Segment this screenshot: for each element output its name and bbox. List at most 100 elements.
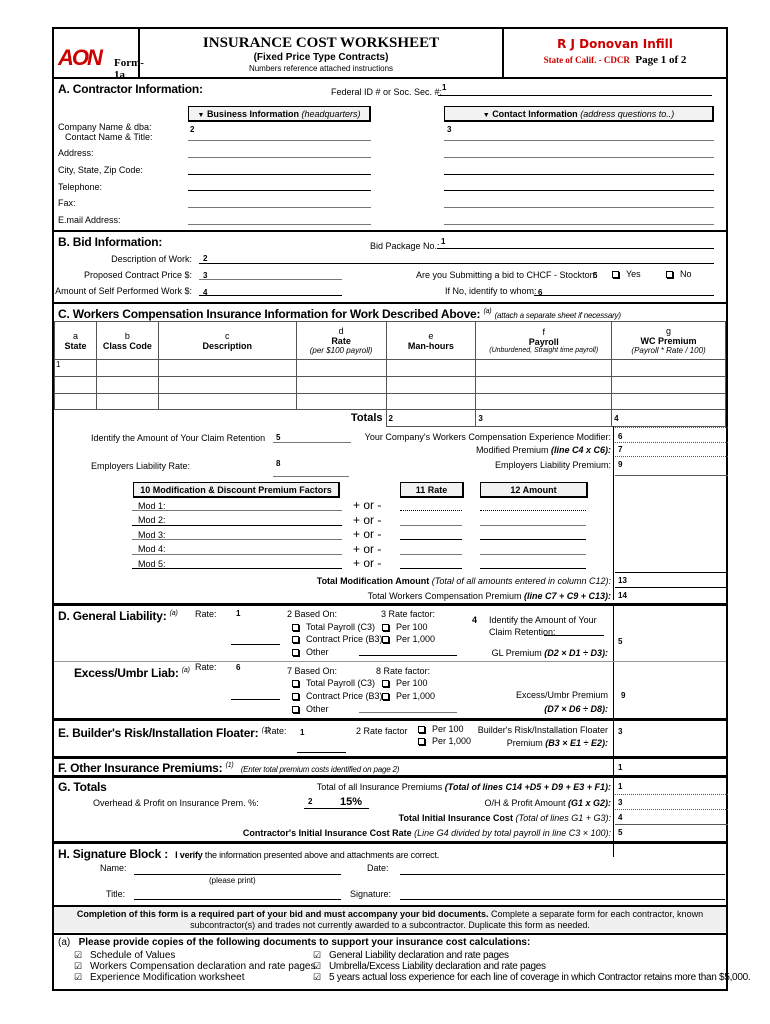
description-input[interactable] bbox=[199, 263, 714, 264]
business-telephone-input[interactable] bbox=[188, 190, 371, 191]
excess-per-100[interactable]: Per 100 bbox=[382, 677, 428, 689]
oh-amount-value[interactable]: 3 bbox=[615, 798, 728, 807]
gl-claim-input[interactable] bbox=[544, 635, 604, 636]
total-wc-value[interactable]: 14 bbox=[615, 591, 728, 600]
mod-amount-input[interactable] bbox=[480, 539, 586, 540]
chcf-no-option[interactable]: No bbox=[666, 268, 692, 280]
bid-package-input[interactable] bbox=[437, 248, 714, 249]
modified-premium-value[interactable]: 7 bbox=[615, 445, 728, 454]
contact-fax-input[interactable] bbox=[444, 207, 714, 208]
cell-input[interactable] bbox=[157, 359, 297, 377]
gl-other-input[interactable] bbox=[359, 655, 457, 656]
excess-premium-value[interactable]: 9 bbox=[615, 691, 728, 700]
sig-title-input[interactable] bbox=[134, 899, 341, 900]
cell-input[interactable] bbox=[385, 393, 477, 410]
doc-item[interactable]: ☑ Schedule of Values bbox=[74, 950, 316, 961]
contact-telephone-input[interactable] bbox=[444, 190, 714, 191]
mod-name-input[interactable] bbox=[132, 525, 342, 526]
total-mod-value[interactable]: 13 bbox=[615, 576, 728, 585]
gl-rate-input[interactable] bbox=[231, 644, 280, 645]
gl-based-other[interactable]: Other bbox=[292, 646, 329, 658]
contact-info-header[interactable]: ▼ Contact Information (address questions… bbox=[444, 106, 714, 122]
mod-name-input[interactable] bbox=[132, 539, 342, 540]
gl-per-100[interactable]: Per 100 bbox=[382, 621, 428, 633]
mod-rate-input[interactable] bbox=[400, 539, 462, 540]
contact-email-input[interactable] bbox=[444, 224, 714, 225]
cell-input[interactable] bbox=[611, 359, 726, 377]
excess-based-total-payroll[interactable]: Total Payroll (C3) bbox=[292, 677, 375, 689]
mod-rate-input[interactable] bbox=[400, 510, 462, 511]
excess-based-other[interactable]: Other bbox=[292, 703, 329, 715]
mod-amount-input[interactable] bbox=[480, 568, 586, 569]
cell-input[interactable] bbox=[295, 376, 387, 394]
gl-based-total-payroll[interactable]: Total Payroll (C3) bbox=[292, 621, 375, 633]
contract-price-input[interactable] bbox=[199, 279, 342, 280]
mod-name-input[interactable] bbox=[132, 510, 342, 511]
mod-name-input[interactable] bbox=[132, 568, 342, 569]
mod-rate-input[interactable] bbox=[400, 525, 462, 526]
cost-rate-value[interactable]: 5 bbox=[615, 828, 728, 837]
cell-input[interactable]: 1 bbox=[54, 359, 97, 377]
business-fax-input[interactable] bbox=[188, 207, 371, 208]
other-premiums-value[interactable]: 1 bbox=[615, 763, 728, 772]
cell-input[interactable] bbox=[157, 393, 297, 410]
excess-based-contract-price[interactable]: Contract Price (B3) bbox=[292, 690, 383, 702]
business-address-input[interactable] bbox=[188, 157, 371, 158]
br-per-100[interactable]: Per 100 bbox=[418, 723, 464, 735]
overhead-input[interactable] bbox=[304, 808, 369, 809]
br-per-1000[interactable]: Per 1,000 bbox=[418, 735, 471, 747]
cell-input[interactable] bbox=[385, 359, 477, 377]
br-rate-input[interactable] bbox=[297, 752, 346, 753]
cell-input[interactable] bbox=[475, 376, 613, 394]
doc-item[interactable]: ☑ 5 years actual loss experience for each… bbox=[313, 972, 751, 983]
el-premium-value[interactable]: 9 bbox=[615, 460, 728, 469]
claim-retention-input[interactable] bbox=[273, 442, 351, 443]
cell-input[interactable] bbox=[54, 376, 97, 394]
total-payroll[interactable]: 3 bbox=[475, 409, 613, 427]
doc-item[interactable]: ☑ Workers Compensation declaration and ra… bbox=[74, 961, 316, 972]
cell-input[interactable] bbox=[475, 393, 613, 410]
federal-id-input[interactable] bbox=[438, 95, 712, 96]
gl-per-1000[interactable]: Per 1,000 bbox=[382, 633, 435, 645]
sig-name-input[interactable] bbox=[134, 874, 341, 875]
mod-name-input[interactable] bbox=[132, 554, 342, 555]
cell-input[interactable] bbox=[295, 359, 387, 377]
mod-rate-input[interactable] bbox=[400, 554, 462, 555]
doc-item[interactable]: ☑ General Liability declaration and rate … bbox=[313, 950, 750, 961]
chcf-yes-option[interactable]: Yes bbox=[612, 268, 641, 280]
sig-signature-input[interactable] bbox=[400, 899, 725, 900]
cell-input[interactable] bbox=[385, 376, 477, 394]
excess-rate-input[interactable] bbox=[231, 699, 280, 700]
yes-checkbox[interactable] bbox=[612, 271, 619, 279]
business-company-input[interactable] bbox=[188, 140, 371, 141]
business-city-input[interactable] bbox=[188, 174, 371, 175]
cell-input[interactable] bbox=[157, 376, 297, 394]
mod-amount-input[interactable] bbox=[480, 525, 586, 526]
experience-mod-value[interactable]: 6 bbox=[615, 432, 728, 441]
business-info-header[interactable]: ▼ Business Information (headquarters) bbox=[188, 106, 371, 122]
excess-other-input[interactable] bbox=[359, 712, 457, 713]
cell-input[interactable] bbox=[95, 359, 159, 377]
mod-rate-input[interactable] bbox=[400, 568, 462, 569]
no-checkbox[interactable] bbox=[666, 271, 673, 279]
cell-input[interactable] bbox=[475, 359, 613, 377]
total-premiums-value[interactable]: 1 bbox=[615, 782, 728, 791]
total-man-hours[interactable]: 2 bbox=[385, 409, 477, 427]
excess-per-1000[interactable]: Per 1,000 bbox=[382, 690, 435, 702]
self-performed-input[interactable] bbox=[199, 295, 342, 296]
identify-input[interactable] bbox=[534, 295, 714, 296]
doc-item[interactable]: ☑ Umbrella/Excess Liability declaration a… bbox=[313, 961, 750, 972]
cell-input[interactable] bbox=[54, 393, 97, 410]
el-rate-input[interactable] bbox=[273, 476, 349, 477]
cell-input[interactable] bbox=[295, 393, 387, 410]
contact-address-input[interactable] bbox=[444, 157, 714, 158]
business-email-input[interactable] bbox=[188, 224, 371, 225]
sig-date-input[interactable] bbox=[400, 874, 725, 875]
br-premium-value[interactable]: 3 bbox=[615, 727, 728, 736]
cell-input[interactable] bbox=[95, 376, 159, 394]
total-cost-value[interactable]: 4 bbox=[615, 813, 728, 822]
cell-input[interactable] bbox=[95, 393, 159, 410]
mod-amount-input[interactable] bbox=[480, 554, 586, 555]
mod-amount-input[interactable] bbox=[480, 510, 586, 511]
cell-input[interactable] bbox=[611, 376, 726, 394]
